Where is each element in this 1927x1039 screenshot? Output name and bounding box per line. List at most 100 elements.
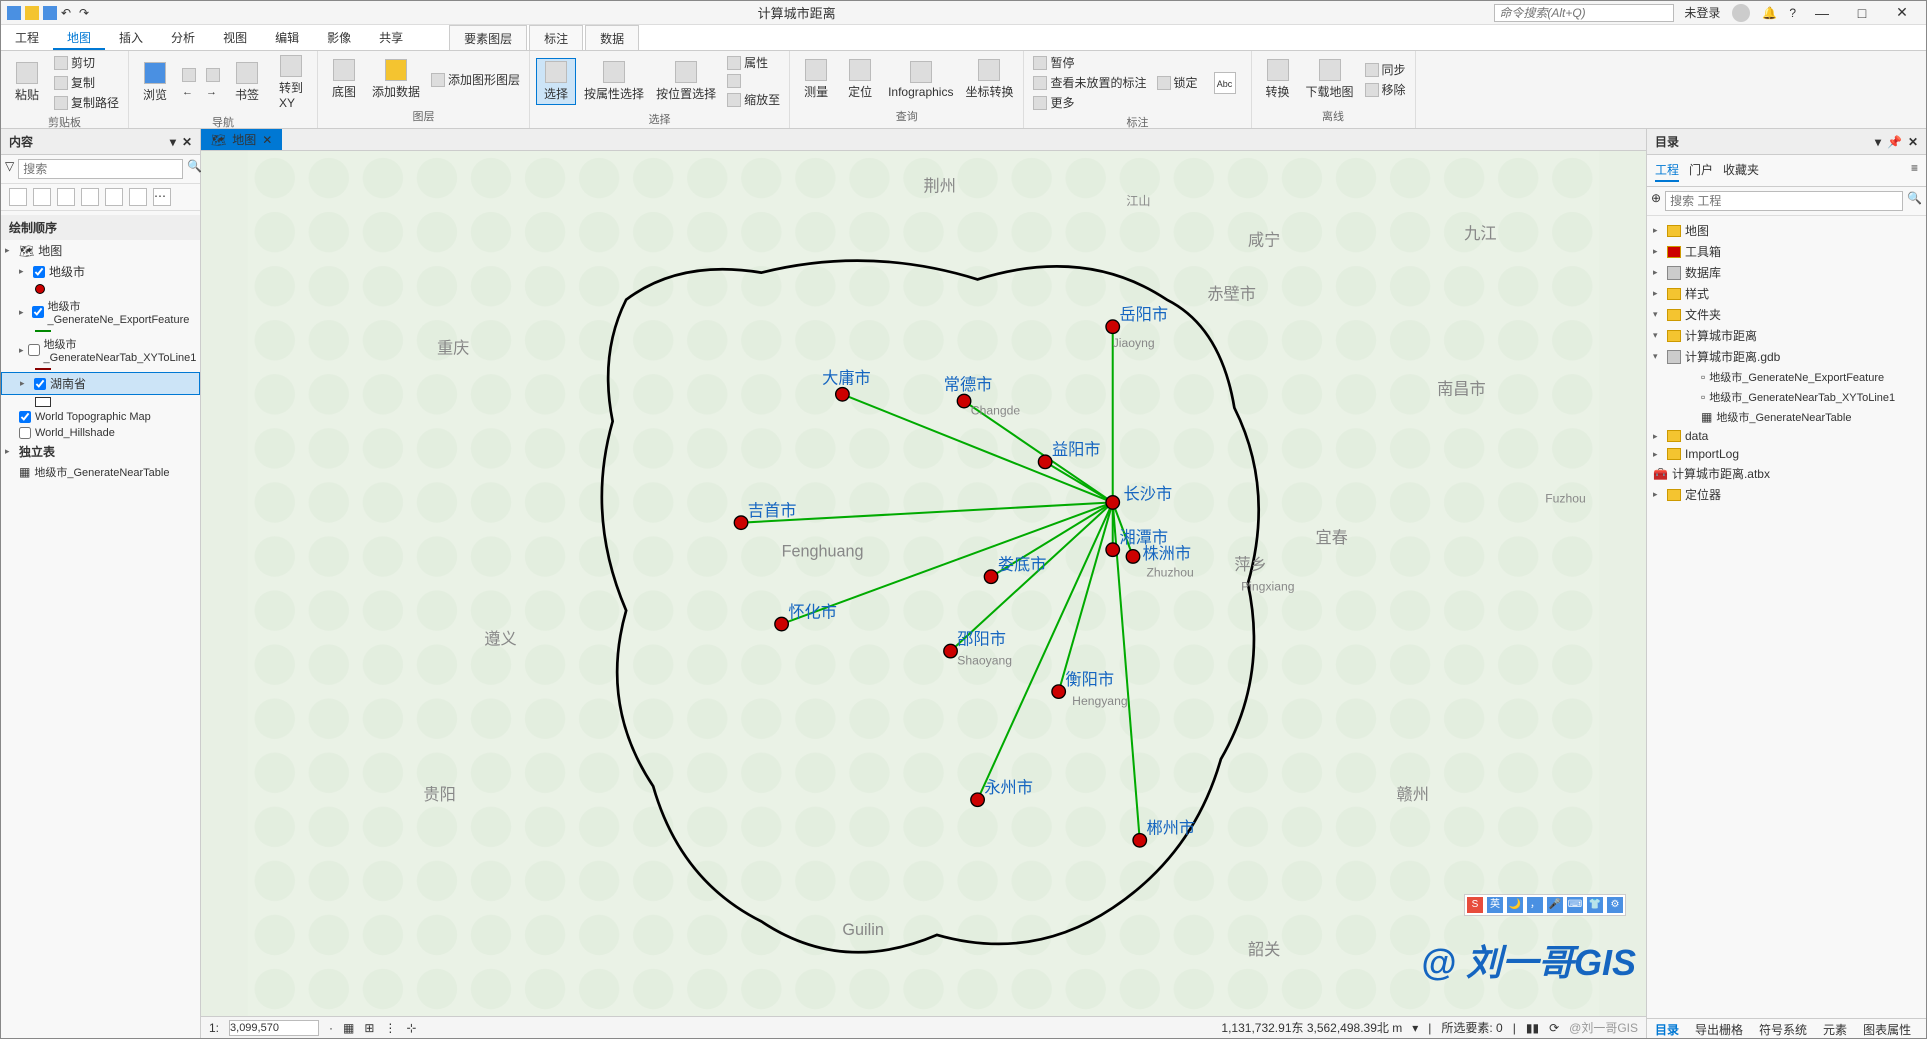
list-by-editing-icon[interactable] (81, 188, 99, 206)
tab-map[interactable]: 地图 (53, 25, 105, 50)
tab-view[interactable]: 视图 (209, 25, 261, 50)
catalog-search[interactable] (1665, 191, 1903, 211)
more-label-button[interactable]: 更多 (1030, 93, 1149, 112)
catalog-tab-project[interactable]: 工程 (1655, 159, 1679, 182)
notification-icon[interactable]: 🔔 (1762, 6, 1777, 20)
tree-styles[interactable]: ▸样式 (1651, 283, 1922, 304)
measure-button[interactable]: 测量 (796, 57, 836, 102)
bookmarks-button[interactable]: 书签 (227, 60, 267, 105)
tab-labeling[interactable]: 标注 (529, 25, 583, 50)
ime-lang-icon[interactable]: 英 (1487, 897, 1503, 913)
list-by-source-icon[interactable] (33, 188, 51, 206)
save-icon[interactable] (43, 6, 57, 20)
toc-sym-1[interactable] (1, 282, 200, 296)
addgfx-button[interactable]: 添加图形图层 (428, 70, 523, 89)
map-tab[interactable]: 🗺地图✕ (201, 129, 282, 150)
adddata-button[interactable]: 添加数据 (368, 57, 424, 102)
scale-input[interactable] (229, 1020, 319, 1036)
search-icon[interactable]: 🔍 (187, 159, 202, 179)
nav-prev[interactable]: ← (179, 85, 199, 99)
tree-project-folder[interactable]: ▾计算城市距离 (1651, 325, 1922, 346)
list-more-icon[interactable]: ⋯ (153, 188, 171, 206)
btab-element[interactable]: 元素 (1815, 1019, 1855, 1038)
basemap-button[interactable]: 底图 (324, 57, 364, 102)
infographics-button[interactable]: Infographics (884, 59, 957, 101)
toc-layer-3[interactable]: ▸地级市_GenerateNearTab_XYToLine1 (1, 334, 200, 366)
tab-project[interactable]: 工程 (1, 25, 53, 50)
ime-skin-icon[interactable]: 👕 (1587, 897, 1603, 913)
toc-table-1[interactable]: ▦地级市_GenerateNearTable (1, 462, 200, 482)
remove-button[interactable]: 移除 (1362, 80, 1409, 99)
panel-pin-icon[interactable]: 📌 (1887, 135, 1902, 149)
attributes-button[interactable]: 属性 (724, 53, 783, 72)
scale-dropdown-icon[interactable]: · (329, 1021, 333, 1035)
ime-moon-icon[interactable]: 🌙 (1507, 897, 1523, 913)
tree-gdb[interactable]: ▾计算城市距离.gdb (1651, 346, 1922, 367)
tree-maps[interactable]: ▸地图 (1651, 220, 1922, 241)
panel-menu-icon[interactable]: ▾ (1875, 135, 1881, 149)
layer-checkbox[interactable] (33, 266, 45, 278)
maximize-button[interactable]: □ (1848, 5, 1876, 21)
copy-button[interactable]: 复制 (51, 73, 122, 92)
gotoxy-button[interactable]: 转到 XY (271, 53, 311, 112)
layer-checkbox[interactable] (19, 411, 31, 423)
open-icon[interactable] (25, 6, 39, 20)
minimize-button[interactable]: — (1808, 5, 1836, 21)
tree-toolboxes[interactable]: ▸工具箱 (1651, 241, 1922, 262)
close-tab-icon[interactable]: ✕ (262, 133, 272, 147)
sync-button[interactable]: 同步 (1362, 60, 1409, 79)
tree-table[interactable]: ▦地级市_GenerateNearTable (1651, 407, 1922, 427)
layer-checkbox[interactable] (28, 344, 40, 356)
download-button[interactable]: 下载地图 (1302, 57, 1358, 102)
search-icon[interactable]: 🔍 (1907, 191, 1922, 211)
toc-standalone[interactable]: ▸独立表 (1, 441, 200, 462)
list-by-snapping-icon[interactable] (105, 188, 123, 206)
catalog-menu-icon[interactable]: ≡ (1911, 159, 1918, 182)
contents-search[interactable] (18, 159, 183, 179)
btab-catalog[interactable]: 目录 (1647, 1019, 1687, 1038)
toc-sym-4[interactable] (1, 395, 200, 409)
zoomto-button[interactable]: 缩放至 (724, 90, 783, 109)
toc-layer-5[interactable]: World Topographic Map (1, 409, 200, 425)
select-button[interactable]: 选择 (536, 58, 576, 105)
map-canvas[interactable]: 岳阳市大庸市 常德市益阳市 长沙市吉首市 湘潭市株洲市 娄底市怀化市 邵阳市衡阳… (201, 151, 1646, 1016)
tree-data-folder[interactable]: ▸data (1651, 427, 1922, 445)
close-button[interactable]: ✕ (1888, 4, 1916, 21)
toc-layer-1[interactable]: ▸地级市 (1, 261, 200, 282)
tree-databases[interactable]: ▸数据库 (1651, 262, 1922, 283)
tab-share[interactable]: 共享 (365, 25, 417, 50)
toc-layer-4[interactable]: ▸湖南省 (1, 372, 200, 395)
lock-label-button[interactable]: 锁定 (1154, 73, 1201, 92)
ime-punct-icon[interactable]: ， (1527, 897, 1543, 913)
convert-button[interactable]: 转换 (1258, 57, 1298, 102)
btab-symbology[interactable]: 符号系统 (1751, 1019, 1815, 1038)
panel-pin-icon[interactable]: ▾ (170, 135, 176, 149)
command-search[interactable] (1494, 4, 1674, 22)
catalog-tab-portal[interactable]: 门户 (1689, 159, 1713, 182)
tab-insert[interactable]: 插入 (105, 25, 157, 50)
ime-tool-icon[interactable]: ⚙ (1607, 897, 1623, 913)
nav-zoom[interactable] (203, 67, 223, 83)
tree-atbx[interactable]: 🧰计算城市距离.atbx (1651, 463, 1922, 484)
tree-folders[interactable]: ▾文件夹 (1651, 304, 1922, 325)
refresh-icon[interactable]: ⟳ (1549, 1021, 1559, 1035)
btab-chart[interactable]: 图表属性 (1855, 1019, 1919, 1038)
toc-layer-6[interactable]: World_Hillshade (1, 425, 200, 441)
ime-kbd-icon[interactable]: ⌨ (1567, 897, 1583, 913)
catalog-tab-favorites[interactable]: 收藏夹 (1723, 159, 1759, 182)
pause-drawing-icon[interactable]: ▮▮ (1526, 1021, 1539, 1035)
grid-icon[interactable]: ⋮ (384, 1021, 396, 1035)
undo-icon[interactable]: ↶ (61, 6, 75, 20)
selbyloc-button[interactable]: 按位置选择 (652, 59, 720, 104)
constraints-icon[interactable]: ⊹ (406, 1021, 416, 1035)
paste-button[interactable]: 粘贴 (7, 60, 47, 105)
new-project-icon[interactable] (7, 6, 21, 20)
tab-imagery[interactable]: 影像 (313, 25, 365, 50)
tab-data[interactable]: 数据 (585, 25, 639, 50)
clear-sel-button[interactable] (724, 73, 783, 89)
selbyattr-button[interactable]: 按属性选择 (580, 59, 648, 104)
layer-checkbox[interactable] (32, 306, 44, 318)
pause-label-button[interactable]: 暂停 (1030, 53, 1149, 72)
tree-importlog[interactable]: ▸ImportLog (1651, 445, 1922, 463)
toc-layer-2[interactable]: ▸地级市_GenerateNe_ExportFeature (1, 296, 200, 328)
